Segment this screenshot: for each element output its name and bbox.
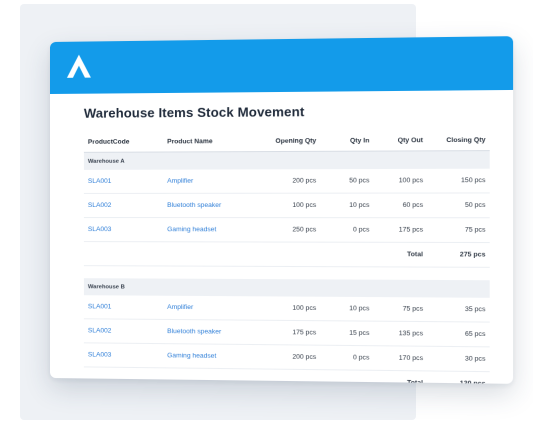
- product-code-link[interactable]: SLA003: [83, 217, 164, 242]
- closing-qty-cell: 150 pcs: [427, 168, 490, 194]
- opening-qty-cell: 100 pcs: [259, 296, 321, 321]
- column-header-qty-out[interactable]: Qty Out: [373, 130, 428, 152]
- closing-qty-cell: 35 pcs: [427, 297, 490, 323]
- opening-qty-cell: 250 pcs: [259, 217, 321, 243]
- opening-qty-cell: 100 pcs: [259, 193, 321, 218]
- qty-out-cell: 135 pcs: [373, 321, 428, 347]
- qty-in-cell: 10 pcs: [320, 193, 374, 218]
- total-row-warehouse-a: Total 275 pcs: [83, 241, 490, 268]
- opening-qty-cell: 200 pcs: [259, 169, 321, 194]
- table-header: ProductCode Product Name Opening Qty Qty…: [83, 130, 490, 153]
- closing-qty-cell: 75 pcs: [427, 217, 490, 243]
- product-code-link[interactable]: SLA001: [83, 169, 164, 194]
- qty-out-cell: 175 pcs: [373, 217, 428, 243]
- column-header-productcode[interactable]: ProductCode: [83, 132, 164, 153]
- qty-in-cell: 10 pcs: [320, 296, 374, 322]
- product-code-link[interactable]: SLA002: [83, 193, 164, 218]
- total-label: Total: [373, 370, 428, 384]
- table-row[interactable]: SLA003 Gaming headset 250 pcs 0 pcs 175 …: [83, 217, 490, 243]
- column-header-closing-qty[interactable]: Closing Qty: [427, 130, 490, 151]
- closing-qty-cell: 50 pcs: [427, 192, 490, 218]
- table-row[interactable]: SLA002 Bluetooth speaker 100 pcs 10 pcs …: [83, 192, 490, 218]
- qty-out-cell: 100 pcs: [373, 168, 428, 194]
- report-content: Warehouse Items Stock Movement ProductCo…: [50, 90, 513, 384]
- product-name-link[interactable]: Gaming headset: [163, 343, 260, 369]
- product-name-link[interactable]: Amplifier: [163, 295, 260, 321]
- screenshot-stage: Warehouse Items Stock Movement ProductCo…: [0, 0, 533, 430]
- table-row[interactable]: SLA001 Amplifier 100 pcs 10 pcs 75 pcs 3…: [83, 295, 490, 323]
- total-label: Total: [373, 242, 428, 268]
- qty-in-cell: 0 pcs: [320, 345, 374, 371]
- column-header-product-name[interactable]: Product Name: [163, 131, 260, 153]
- closing-qty-cell: 65 pcs: [427, 321, 490, 347]
- qty-in-cell: 0 pcs: [320, 217, 374, 243]
- group-row-warehouse-a: Warehouse A: [83, 150, 490, 170]
- total-closing-qty: 275 pcs: [427, 242, 490, 268]
- header-row: ProductCode Product Name Opening Qty Qty…: [83, 130, 490, 153]
- opening-qty-cell: 175 pcs: [259, 320, 321, 346]
- product-name-link[interactable]: Bluetooth speaker: [163, 193, 260, 218]
- product-name-link[interactable]: Amplifier: [163, 169, 260, 194]
- total-closing-qty: 130 pcs: [427, 370, 490, 384]
- qty-out-cell: 60 pcs: [373, 193, 428, 218]
- app-window: Warehouse Items Stock Movement ProductCo…: [50, 36, 514, 384]
- column-header-qty-in[interactable]: Qty In: [320, 131, 374, 152]
- product-name-link[interactable]: Gaming headset: [163, 217, 260, 242]
- qty-in-cell: 50 pcs: [320, 169, 374, 194]
- qty-out-cell: 75 pcs: [373, 297, 428, 322]
- group-label: Warehouse A: [83, 150, 490, 170]
- top-bar: [50, 36, 514, 94]
- stock-movement-table: ProductCode Product Name Opening Qty Qty…: [83, 130, 490, 384]
- table-row[interactable]: SLA001 Amplifier 200 pcs 50 pcs 100 pcs …: [83, 168, 490, 194]
- product-code-link[interactable]: SLA003: [83, 342, 164, 368]
- table-body: Warehouse A SLA001 Amplifier 200 pcs 50 …: [83, 150, 490, 384]
- qty-in-cell: 15 pcs: [320, 320, 374, 346]
- product-code-link[interactable]: SLA002: [83, 318, 164, 344]
- closing-qty-cell: 30 pcs: [427, 346, 490, 372]
- qty-out-cell: 170 pcs: [373, 345, 428, 371]
- opening-qty-cell: 200 pcs: [259, 344, 321, 370]
- product-code-link[interactable]: SLA001: [83, 295, 164, 320]
- column-header-opening-qty[interactable]: Opening Qty: [259, 131, 321, 152]
- product-name-link[interactable]: Bluetooth speaker: [163, 319, 260, 345]
- page-title: Warehouse Items Stock Movement: [83, 104, 305, 121]
- brand-logo-icon[interactable]: [62, 49, 96, 83]
